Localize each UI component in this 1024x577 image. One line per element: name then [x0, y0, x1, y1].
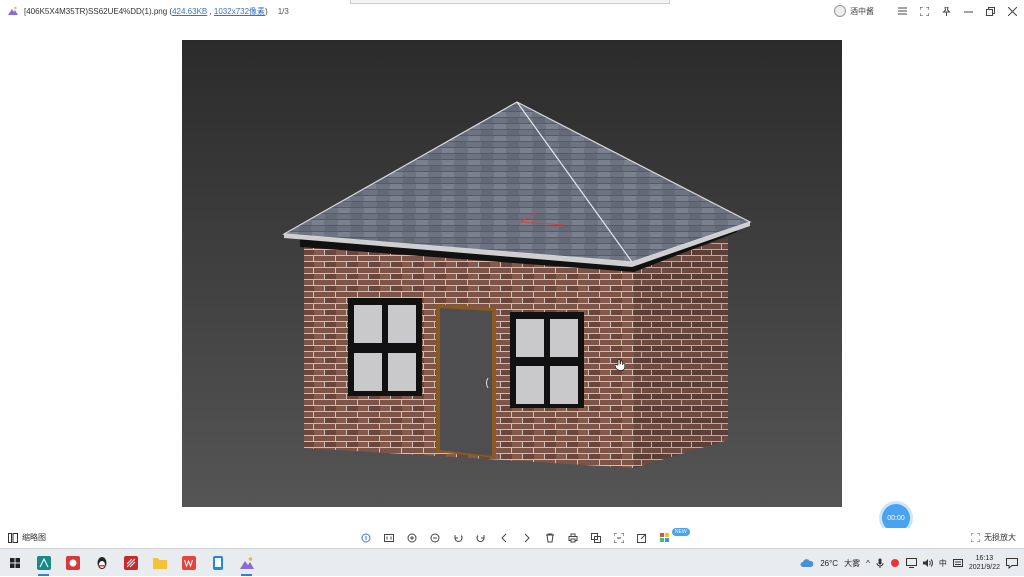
app-tray-icon[interactable]	[890, 558, 900, 568]
previous-icon[interactable]	[496, 530, 512, 546]
weather-desc[interactable]: 大雾	[844, 558, 860, 569]
folder-icon	[152, 558, 167, 569]
display-icon[interactable]	[905, 558, 917, 568]
zoom-in-icon[interactable]	[404, 530, 420, 546]
thumbnail-icon	[8, 532, 18, 543]
image-viewer[interactable]: 00:00	[0, 22, 1024, 532]
notification-icon[interactable]	[1006, 557, 1018, 569]
user-name: 酒中酱	[850, 6, 874, 16]
taskbar-3dsmax[interactable]	[29, 549, 58, 577]
file-meta: (424.63KB , 1032x732像素)	[169, 6, 268, 16]
ime-indicator[interactable]: 中	[939, 558, 947, 569]
hand-cursor-icon	[615, 359, 625, 371]
weather-temp[interactable]: 26°C	[820, 559, 838, 568]
volume-icon[interactable]	[922, 558, 933, 568]
file-name: [406K5X4M35TR)SS62UE4%DD(1).png (424.63K…	[24, 6, 268, 17]
delete-icon[interactable]	[542, 530, 558, 546]
microphone-icon[interactable]	[876, 558, 884, 568]
app-red-icon	[65, 556, 80, 570]
cloud-icon	[800, 558, 814, 567]
window-controls: 酒中酱	[834, 0, 1018, 22]
file-name-text: [406K5X4M35TR)SS62UE4%DD(1).png	[24, 6, 168, 16]
taskbar-apps	[0, 549, 261, 577]
fullscreen-icon[interactable]	[918, 5, 930, 17]
thumbnail-label: 缩略图	[22, 533, 46, 542]
rotate-left-icon[interactable]	[450, 530, 466, 546]
next-icon[interactable]	[519, 530, 535, 546]
file-dimensions-link[interactable]: 1032x732像素	[214, 7, 265, 16]
house-render	[282, 101, 752, 468]
photo-viewer-icon	[239, 557, 254, 569]
taskbar-qq[interactable]	[87, 549, 116, 577]
apps-icon[interactable]	[657, 530, 673, 546]
taskbar: 26°C 大雾 ^ 中 16:13 2021/9/22	[0, 548, 1024, 576]
taskbar-app-blue[interactable]	[203, 549, 232, 577]
print-icon[interactable]	[565, 530, 581, 546]
expand-icon	[971, 533, 980, 542]
file-size-link[interactable]: 424.63KB	[172, 7, 207, 16]
new-badge: NEW	[672, 528, 690, 536]
clock-time: 16:13	[975, 555, 994, 562]
edit-icon[interactable]	[634, 530, 650, 546]
zoom-out-icon[interactable]	[427, 530, 443, 546]
restore-icon[interactable]	[984, 5, 996, 17]
actual-size-icon[interactable]	[381, 530, 397, 546]
phone-icon	[212, 556, 223, 570]
info-icon[interactable]	[358, 530, 374, 546]
crop-icon[interactable]	[611, 530, 627, 546]
rotate-right-icon[interactable]	[473, 530, 489, 546]
bottom-toolbar: 缩略图 无损放大	[0, 528, 1024, 548]
image-tools	[358, 530, 673, 546]
avatar	[834, 5, 846, 17]
keyboard-icon[interactable]	[952, 558, 963, 568]
drag-tab[interactable]	[350, 0, 670, 4]
lossless-zoom-button[interactable]: 无损放大	[971, 532, 1016, 543]
qq-penguin-icon	[97, 557, 106, 569]
app-flag-icon	[123, 556, 138, 570]
clock[interactable]: 16:13 2021/9/22	[969, 554, 1000, 572]
windows-icon	[9, 558, 20, 568]
taskbar-app-flag[interactable]	[116, 549, 145, 577]
taskbar-wps[interactable]	[174, 549, 203, 577]
taskbar-app-red[interactable]	[58, 549, 87, 577]
taskbar-file-explorer[interactable]	[145, 549, 174, 577]
user-account[interactable]: 酒中酱	[834, 5, 874, 17]
wps-icon	[181, 556, 196, 570]
3dsmax-icon	[36, 556, 51, 570]
convert-icon[interactable]	[588, 530, 604, 546]
tray-overflow-icon[interactable]: ^	[866, 559, 870, 568]
minimize-icon[interactable]	[962, 5, 974, 17]
photo-viewer-app-icon	[8, 6, 18, 15]
start-button[interactable]	[0, 549, 29, 577]
system-tray: 26°C 大雾 ^ 中 16:13 2021/9/22	[800, 549, 1024, 577]
menu-icon[interactable]	[896, 5, 908, 17]
close-icon[interactable]	[1006, 5, 1018, 17]
clock-date: 2021/9/22	[968, 564, 1000, 571]
pin-icon[interactable]	[940, 5, 952, 17]
taskbar-photo-viewer[interactable]	[232, 549, 261, 577]
page-indicator: 1/3	[277, 6, 289, 16]
thumbnail-toggle[interactable]: 缩略图	[8, 532, 46, 543]
lossless-zoom-label: 无损放大	[984, 533, 1016, 542]
rendered-house-image	[182, 40, 842, 507]
